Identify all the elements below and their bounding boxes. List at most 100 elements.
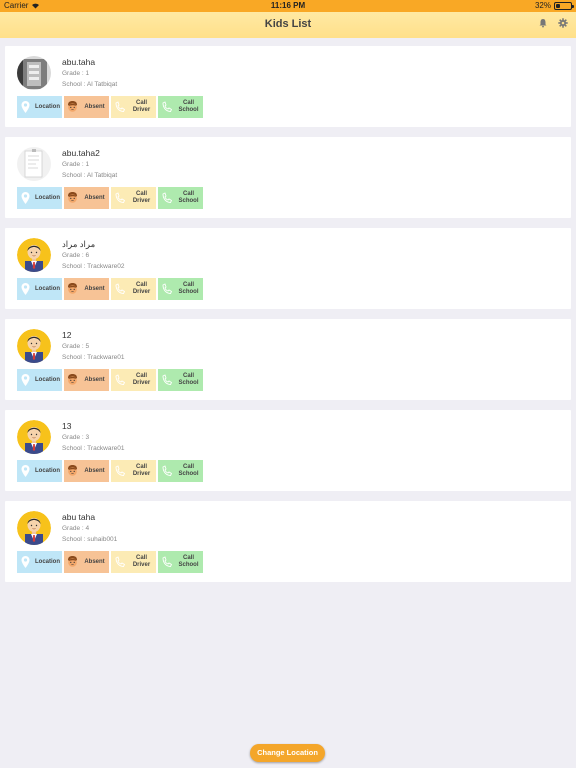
kids-list: abu.taha Grade : 1 School : Al Tatbiqat … [5, 46, 571, 592]
gear-icon[interactable] [558, 18, 568, 28]
call-school-label-line1: Call [182, 555, 194, 561]
call-driver-label-line2: Driver [132, 471, 151, 477]
kid-actions: Location Absent Call Driver Call School [17, 460, 203, 482]
call-driver-label: Call Driver [127, 373, 156, 387]
call-school-label-line2: School [178, 198, 199, 204]
clock: 11:16 PM [270, 1, 306, 10]
absent-button[interactable]: Absent [64, 187, 109, 209]
kid-card[interactable]: abu.taha Grade : 1 School : Al Tatbiqat … [5, 46, 571, 127]
location-label: Location [35, 285, 60, 292]
kid-avatar [17, 329, 51, 363]
call-driver-label: Call Driver [127, 555, 156, 569]
location-button[interactable]: Location [17, 278, 62, 300]
call-school-label-line1: Call [182, 100, 194, 106]
location-pin-icon [21, 283, 30, 295]
kid-card[interactable]: 13 Grade : 3 School : Trackware01 Locati… [5, 410, 571, 491]
call-school-label-line2: School [178, 289, 199, 295]
absent-face-icon [68, 374, 77, 385]
kid-avatar [17, 238, 51, 272]
absent-button[interactable]: Absent [64, 460, 109, 482]
location-pin-icon [21, 465, 30, 477]
call-school-button[interactable]: Call School [158, 187, 203, 209]
absent-face-icon [68, 101, 77, 112]
call-school-button[interactable]: Call School [158, 278, 203, 300]
phone-icon [162, 283, 172, 294]
call-driver-button[interactable]: Call Driver [111, 369, 156, 391]
absent-button[interactable]: Absent [64, 278, 109, 300]
call-school-button[interactable]: Call School [158, 369, 203, 391]
call-school-label: Call School [174, 282, 203, 296]
absent-label: Absent [84, 285, 105, 292]
call-driver-label-line1: Call [135, 555, 147, 561]
kid-grade: Grade : 4 [62, 525, 90, 532]
location-label: Location [35, 467, 60, 474]
phone-icon [162, 465, 172, 476]
avatar-photo-icon [17, 147, 51, 181]
call-school-label: Call School [174, 191, 203, 205]
call-school-button[interactable]: Call School [158, 96, 203, 118]
location-button[interactable]: Location [17, 187, 62, 209]
phone-icon [162, 556, 172, 567]
kid-actions: Location Absent Call Driver Call School [17, 551, 203, 573]
call-school-label-line1: Call [182, 464, 194, 470]
kid-school: School : Trackware01 [62, 354, 125, 361]
absent-face-icon [68, 465, 77, 476]
call-driver-label: Call Driver [127, 100, 156, 114]
kid-name: 12 [62, 330, 72, 340]
phone-icon [115, 101, 125, 112]
kid-grade: Grade : 5 [62, 343, 90, 350]
call-driver-label-line1: Call [135, 373, 147, 379]
call-driver-button[interactable]: Call Driver [111, 96, 156, 118]
absent-button[interactable]: Absent [64, 551, 109, 573]
kid-school: School : Al Tatbiqat [62, 172, 118, 179]
kid-card[interactable]: مراد مراد Grade : 6 School : Trackware02… [5, 228, 571, 309]
kid-grade: Grade : 6 [62, 252, 90, 259]
kid-card[interactable]: 12 Grade : 5 School : Trackware01 Locati… [5, 319, 571, 400]
location-label: Location [35, 103, 60, 110]
battery-indicator: 32% [535, 1, 574, 10]
kid-school: School : suhaib001 [62, 536, 118, 543]
location-label: Location [35, 194, 60, 201]
kid-grade: Grade : 1 [62, 70, 90, 77]
location-button[interactable]: Location [17, 460, 62, 482]
call-school-button[interactable]: Call School [158, 460, 203, 482]
absent-button[interactable]: Absent [64, 96, 109, 118]
kid-card[interactable]: abu taha Grade : 4 School : suhaib001 Lo… [5, 501, 571, 582]
call-driver-button[interactable]: Call Driver [111, 278, 156, 300]
kid-name: 13 [62, 421, 72, 431]
page-title: Kids List [264, 18, 312, 30]
call-driver-label-line2: Driver [132, 198, 151, 204]
call-school-label-line1: Call [182, 282, 194, 288]
kid-avatar [17, 511, 51, 545]
kid-name: abu.taha [62, 57, 96, 67]
absent-face-icon [68, 192, 77, 203]
phone-icon [115, 192, 125, 203]
location-pin-icon [21, 192, 30, 204]
absent-label: Absent [84, 194, 105, 201]
boy-avatar-icon [17, 238, 51, 272]
phone-icon [115, 556, 125, 567]
call-driver-button[interactable]: Call Driver [111, 460, 156, 482]
kid-avatar [17, 147, 51, 181]
kid-card[interactable]: abu.taha2 Grade : 1 School : Al Tatbiqat… [5, 137, 571, 218]
call-school-button[interactable]: Call School [158, 551, 203, 573]
call-driver-label-line1: Call [135, 100, 147, 106]
call-school-label-line2: School [178, 471, 199, 477]
call-driver-button[interactable]: Call Driver [111, 551, 156, 573]
location-pin-icon [21, 556, 30, 568]
kid-school: School : Trackware02 [62, 263, 125, 270]
location-button[interactable]: Location [17, 551, 62, 573]
absent-button[interactable]: Absent [64, 369, 109, 391]
battery-icon [554, 1, 574, 10]
location-button[interactable]: Location [17, 96, 62, 118]
phone-icon [115, 374, 125, 385]
kid-actions: Location Absent Call Driver Call School [17, 187, 203, 209]
absent-label: Absent [84, 103, 105, 110]
location-button[interactable]: Location [17, 369, 62, 391]
change-location-button[interactable]: Change Location [250, 744, 325, 762]
phone-icon [115, 283, 125, 294]
call-driver-label-line2: Driver [132, 289, 151, 295]
bell-icon[interactable] [538, 18, 548, 28]
location-label: Location [35, 558, 60, 565]
call-driver-button[interactable]: Call Driver [111, 187, 156, 209]
